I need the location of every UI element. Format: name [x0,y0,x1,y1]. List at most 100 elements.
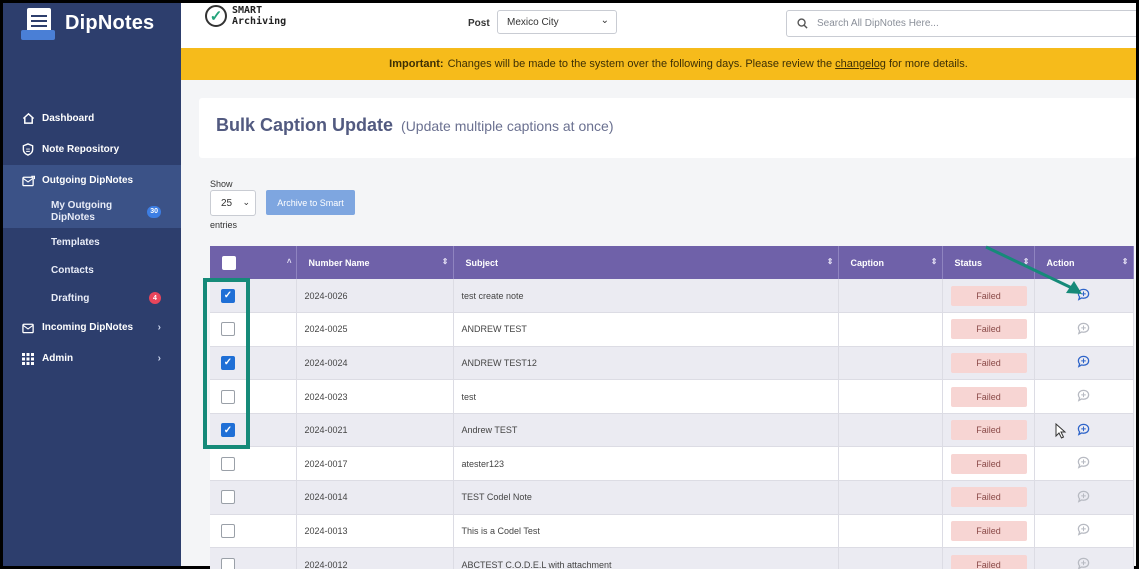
status-cell: Failed [942,480,1035,515]
brand-logo[interactable]: DipNotes [21,3,154,43]
status-cell: Failed [942,514,1035,549]
subject-cell: TEST Codel Note [453,480,839,515]
post-select[interactable]: Mexico City ⌄ [497,10,617,34]
status-badge: Failed [950,554,1027,569]
row-select-cell[interactable] [210,514,297,549]
row-checkbox[interactable] [221,557,235,569]
mouse-cursor-icon [1055,423,1067,439]
caption-edit-icon[interactable] [1077,557,1090,569]
caption-cell[interactable] [838,547,943,569]
caption-cell[interactable] [838,312,943,347]
post-select-value: Mexico City [507,16,559,28]
row-checkbox[interactable] [221,523,235,538]
status-cell: Failed [942,312,1035,347]
row-select-cell[interactable] [210,480,297,515]
caption-edit-icon[interactable] [1077,423,1090,436]
sidebar-item-note-repository[interactable]: Note Repository [3,134,181,165]
number-cell: 2024-0024 [296,346,454,381]
sort-icon: ⇕ [441,257,449,266]
archive-to-smart-button[interactable]: Archive to Smart [266,190,355,215]
table-row[interactable]: 2024-0017 atester123 Failed [210,446,1134,482]
status-badge: Failed [950,453,1027,474]
changelog-link[interactable]: changelog [835,58,886,70]
chevron-right-icon: › [157,322,161,333]
caption-cell[interactable] [838,413,943,448]
column-header-number-name[interactable]: Number Name ⇕ [296,246,454,279]
banner-suffix: for more details. [888,58,968,70]
table-row[interactable]: 2024-0025 ANDREW TEST Failed [210,312,1134,347]
caption-cell[interactable] [838,379,943,414]
banner-text: Changes will be made to the system over … [447,58,833,70]
number-cell: 2024-0017 [296,446,454,482]
sidebar-item-outgoing-dipnotes[interactable]: Outgoing DipNotes [3,165,181,196]
caption-edit-icon[interactable] [1077,456,1090,469]
action-cell [1034,312,1134,347]
subject-cell: ABCTEST C.O.D.E.L with attachment [453,547,839,569]
banner-strong: Important: [389,58,444,70]
row-checkbox[interactable] [221,456,235,471]
number-cell: 2024-0023 [296,379,454,414]
checkbox-highlight-annotation [203,278,250,449]
status-cell: Failed [942,446,1035,482]
sidebar-subitem-label: My Outgoing DipNotes [51,200,113,223]
column-header-caption[interactable]: Caption ⇕ [838,246,943,279]
sidebar-subitem-templates[interactable]: Templates [3,228,181,256]
status-badge: Failed [950,420,1027,441]
table-row[interactable]: ✓ 2024-0021 Andrew TEST Failed [210,413,1134,448]
caption-cell[interactable] [838,346,943,381]
table-row[interactable]: 2024-0012 ABCTEST C.O.D.E.L with attachme… [210,547,1134,569]
status-badge: Failed [950,487,1027,508]
smart-archiving-logo[interactable]: ✓ SMART Archiving [205,5,286,27]
sort-icon: ⇕ [1121,257,1129,266]
caption-edit-icon[interactable] [1077,490,1090,503]
number-cell: 2024-0013 [296,514,454,549]
check-circle-icon: ✓ [205,5,227,27]
sidebar-subitem-my-outgoing-dipnotes[interactable]: My Outgoing DipNotes 30 [3,196,181,228]
status-badge: Failed [950,319,1027,340]
caption-cell[interactable] [838,480,943,515]
table-row[interactable]: 2024-0013 This is a Codel Test Failed [210,514,1134,549]
sidebar-item-label: Note Repository [42,144,120,155]
inbox-icon [21,321,35,335]
sidebar-subitem-contacts[interactable]: Contacts [3,256,181,284]
caption-cell[interactable] [838,514,943,549]
status-cell: Failed [942,547,1035,569]
status-cell: Failed [942,346,1035,381]
caption-edit-icon[interactable] [1077,389,1090,402]
caption-cell[interactable] [838,279,943,314]
select-all-checkbox[interactable] [222,255,236,270]
number-cell: 2024-0025 [296,312,454,347]
table-row[interactable]: 2024-0023 test Failed [210,379,1134,414]
row-select-cell[interactable] [210,446,297,482]
subject-cell: Andrew TEST [453,413,839,448]
sidebar-nav: Dashboard Note Repository Outgoing DipNo… [3,103,181,374]
table-row[interactable]: ✓ 2024-0024 ANDREW TEST12 Failed [210,346,1134,381]
select-all-header[interactable]: ˄ [210,246,297,279]
arrow-annotation-icon [985,245,1082,294]
action-cell [1034,446,1134,482]
sidebar-item-label: Admin [42,353,74,364]
caption-edit-icon[interactable] [1077,523,1090,537]
caption-edit-icon[interactable] [1077,355,1090,369]
row-checkbox[interactable] [221,490,235,505]
sidebar-item-dashboard[interactable]: Dashboard [3,103,181,134]
page-title: Bulk Caption Update [216,115,394,135]
notice-banner: Important: Changes will be made to the s… [181,48,1136,80]
post-label: Post [468,18,490,29]
page-size-select[interactable]: 25 ⌄ [210,190,256,216]
row-select-cell[interactable] [210,547,297,569]
sort-icon: ⇕ [930,257,938,266]
sidebar-item-incoming-dipnotes[interactable]: Incoming DipNotes › [3,312,181,343]
sidebar-subitem-drafting[interactable]: Drafting 4 [3,284,181,312]
show-label: Show [210,179,233,189]
table-row[interactable]: 2024-0014 TEST Codel Note Failed [210,480,1134,515]
column-header-subject[interactable]: Subject ⇕ [453,246,839,279]
count-badge: 30 [147,206,161,218]
sidebar-item-admin[interactable]: Admin › [3,343,181,374]
caption-cell[interactable] [838,446,943,482]
action-cell [1034,379,1134,414]
caption-edit-icon[interactable] [1077,322,1090,335]
search-input[interactable]: Search All DipNotes Here... [786,10,1136,37]
action-cell [1034,346,1134,381]
outbox-icon [21,174,35,188]
